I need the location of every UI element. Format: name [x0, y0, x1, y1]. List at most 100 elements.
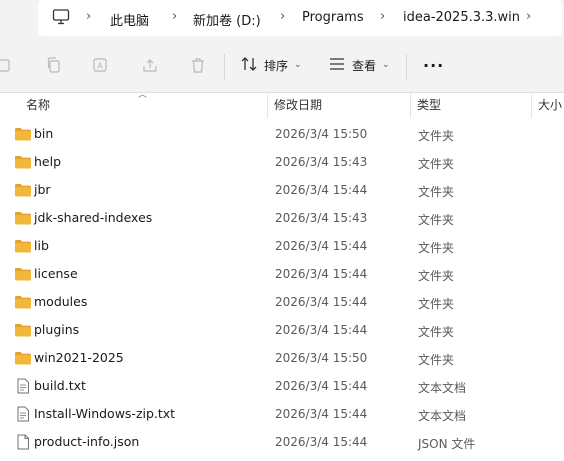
file-date: 2026/3/4 15:44: [275, 435, 368, 449]
file-name: license: [34, 266, 78, 281]
file-name: product-info.json: [34, 434, 140, 449]
view-icon: [328, 56, 346, 75]
breadcrumb-item-current[interactable]: idea-2025.3.3.win: [403, 10, 520, 25]
file-type: 文件夹: [418, 325, 455, 339]
chevron-down-icon: ⌄: [294, 60, 302, 70]
folder-icon: [14, 182, 32, 198]
column-date[interactable]: 修改日期: [274, 96, 322, 113]
breadcrumb[interactable]: › 此电脑 › 新加卷 (D:) › Programs › idea-2025.…: [38, 0, 562, 36]
column-divider[interactable]: [531, 92, 532, 118]
file-name: Install-Windows-zip.txt: [34, 406, 176, 421]
file-name: lib: [34, 238, 49, 253]
column-header: ︿ 名称 修改日期 类型 大小: [0, 90, 564, 118]
file-row[interactable]: build.txt 2026/3/4 15:44 文本文档: [0, 372, 564, 400]
file-type: 文件夹: [418, 185, 455, 199]
sort-button[interactable]: 排序 ⌄: [240, 54, 302, 76]
column-name[interactable]: 名称: [26, 96, 50, 113]
folder-icon: [14, 294, 32, 310]
file-name: jbr: [34, 182, 51, 197]
file-type: 文件夹: [418, 297, 455, 311]
breadcrumb-item-programs[interactable]: Programs: [302, 10, 364, 25]
text-file-icon: [14, 406, 32, 422]
file-row[interactable]: modules 2026/3/4 15:44 文件夹: [0, 288, 564, 316]
toolbar-separator: [224, 54, 225, 80]
file-type: 文件夹: [418, 213, 455, 227]
chevron-right-icon[interactable]: ›: [526, 9, 531, 24]
file-row[interactable]: jbr 2026/3/4 15:44 文件夹: [0, 176, 564, 204]
chevron-right-icon[interactable]: ›: [86, 9, 91, 24]
file-row[interactable]: lib 2026/3/4 15:44 文件夹: [0, 232, 564, 260]
breadcrumb-item-this-pc[interactable]: 此电脑: [110, 10, 149, 29]
file-icon: [14, 434, 32, 450]
view-button[interactable]: 查看 ⌄: [328, 54, 390, 76]
file-date: 2026/3/4 15:44: [275, 239, 368, 253]
file-type: JSON 文件: [418, 437, 476, 451]
file-name: bin: [34, 126, 54, 141]
folder-icon: [14, 238, 32, 254]
file-row[interactable]: bin 2026/3/4 15:50 文件夹: [0, 120, 564, 148]
column-type[interactable]: 类型: [417, 96, 441, 113]
file-type: 文本文档: [418, 409, 467, 423]
file-date: 2026/3/4 15:43: [275, 155, 368, 169]
file-date: 2026/3/4 15:50: [275, 351, 368, 365]
copy-icon[interactable]: [43, 54, 65, 76]
sort-label: 排序: [264, 58, 289, 73]
breadcrumb-item-drive[interactable]: 新加卷 (D:): [193, 10, 261, 29]
this-pc-icon[interactable]: [52, 8, 70, 29]
file-type: 文件夹: [418, 353, 455, 367]
file-type: 文件夹: [418, 129, 455, 143]
toolbar-separator: [406, 54, 407, 80]
file-name: plugins: [34, 322, 80, 337]
file-name: jdk-shared-indexes: [34, 210, 153, 225]
file-date: 2026/3/4 15:44: [275, 407, 368, 421]
file-name: build.txt: [34, 378, 86, 393]
file-date: 2026/3/4 15:44: [275, 267, 368, 281]
sort-icon: [240, 56, 258, 75]
folder-icon: [14, 350, 32, 366]
folder-icon: [14, 266, 32, 282]
chevron-right-icon[interactable]: ›: [172, 9, 177, 24]
file-name: win2021-2025: [34, 350, 124, 365]
file-date: 2026/3/4 15:44: [275, 295, 368, 309]
command-bar: A 排序 ⌄ 查看 ⌄ ···: [0, 40, 564, 93]
text-file-icon: [14, 378, 32, 394]
chevron-right-icon[interactable]: ›: [380, 9, 385, 24]
file-date: 2026/3/4 15:44: [275, 379, 368, 393]
file-row[interactable]: license 2026/3/4 15:44 文件夹: [0, 260, 564, 288]
more-options-button[interactable]: ···: [423, 54, 444, 76]
file-date: 2026/3/4 15:50: [275, 127, 368, 141]
svg-text:A: A: [97, 62, 103, 71]
file-row[interactable]: help 2026/3/4 15:43 文件夹: [0, 148, 564, 176]
column-size[interactable]: 大小: [538, 96, 562, 113]
file-list: bin 2026/3/4 15:50 文件夹 help 2026/3/4 15:…: [0, 120, 564, 456]
folder-icon: [14, 154, 32, 170]
file-type: 文本文档: [418, 381, 467, 395]
rename-icon[interactable]: A: [90, 54, 112, 76]
chevron-down-icon: ⌄: [382, 60, 390, 70]
chevron-right-icon[interactable]: ›: [280, 9, 285, 24]
file-name: modules: [34, 294, 88, 309]
delete-icon[interactable]: [187, 54, 209, 76]
view-label: 查看: [352, 58, 377, 73]
file-date: 2026/3/4 15:43: [275, 211, 368, 225]
address-bar: › 此电脑 › 新加卷 (D:) › Programs › idea-2025.…: [0, 0, 564, 40]
file-type: 文件夹: [418, 241, 455, 255]
column-divider[interactable]: [267, 92, 268, 118]
file-row[interactable]: jdk-shared-indexes 2026/3/4 15:43 文件夹: [0, 204, 564, 232]
file-name: help: [34, 154, 62, 169]
file-row[interactable]: win2021-2025 2026/3/4 15:50 文件夹: [0, 344, 564, 372]
folder-icon: [14, 126, 32, 142]
sort-ascending-icon: ︿: [138, 90, 148, 100]
file-row[interactable]: plugins 2026/3/4 15:44 文件夹: [0, 316, 564, 344]
folder-icon: [14, 210, 32, 226]
file-row[interactable]: Install-Windows-zip.txt 2026/3/4 15:44 文…: [0, 400, 564, 428]
column-divider[interactable]: [410, 92, 411, 118]
share-icon[interactable]: [139, 54, 161, 76]
cut-icon[interactable]: [0, 54, 16, 76]
file-type: 文件夹: [418, 157, 455, 171]
file-date: 2026/3/4 15:44: [275, 323, 368, 337]
file-type: 文件夹: [418, 269, 455, 283]
file-date: 2026/3/4 15:44: [275, 183, 368, 197]
file-row[interactable]: product-info.json 2026/3/4 15:44 JSON 文件: [0, 428, 564, 456]
folder-icon: [14, 322, 32, 338]
